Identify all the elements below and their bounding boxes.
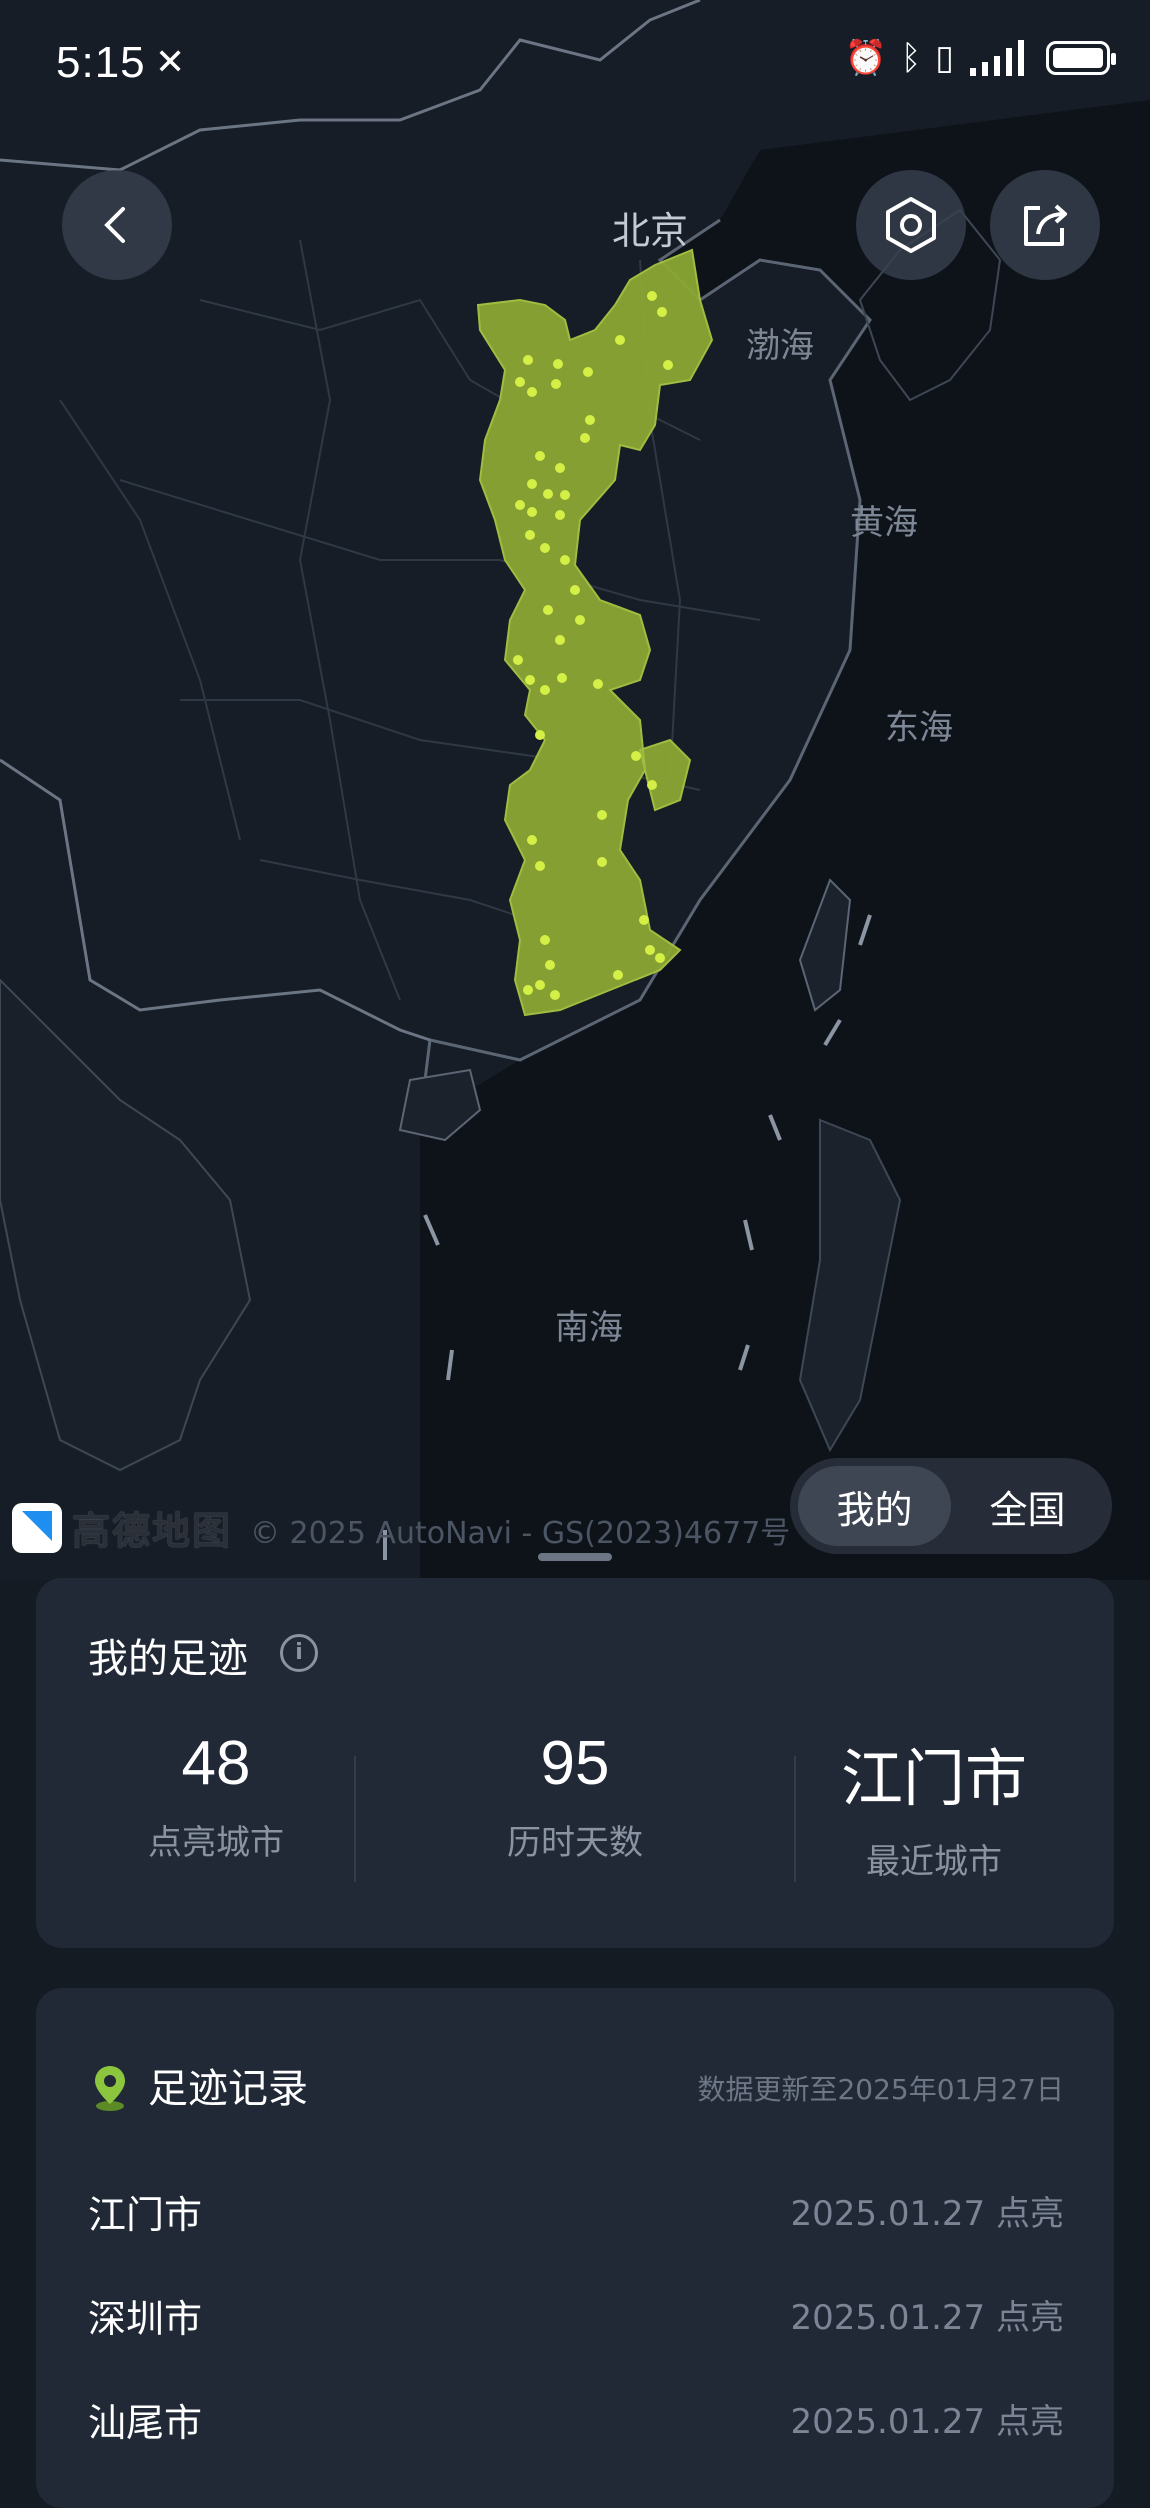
info-icon[interactable]: i	[280, 1634, 318, 1672]
update-timestamp: 数据更新至2025年01月27日	[697, 2073, 1064, 2106]
location-pin-icon	[95, 2066, 125, 2111]
bluetooth-icon: ᛒ	[900, 38, 922, 78]
map-view[interactable]: 北京 渤海 黄海 东海 南海	[0, 0, 1150, 1580]
border-line-2	[0, 758, 431, 1042]
stat-value: 48	[181, 1729, 251, 1798]
map-label-beijing: 北京	[612, 209, 689, 253]
map-settings-button[interactable]	[856, 170, 966, 280]
back-button[interactable]	[62, 170, 172, 280]
stat-recent-city: 江门市 最近城市	[774, 1728, 1094, 1883]
footprint-records-card: 足迹记录 数据更新至2025年01月27日 江门市 2025.01.27 点亮 …	[36, 1988, 1114, 2508]
indochina-outline	[0, 978, 252, 1472]
record-city: 江门市	[88, 2193, 203, 2237]
stat-value: 江门市	[840, 1745, 1027, 1814]
record-date: 2025.01.27 点亮	[790, 2298, 1064, 2338]
record-city: 汕尾市	[88, 2401, 203, 2445]
visited-region	[476, 248, 714, 1017]
map-label-south-sea: 南海	[555, 1308, 623, 1348]
muted-icon: ✕	[155, 42, 186, 83]
toggle-national[interactable]: 全国	[951, 1466, 1104, 1546]
share-button[interactable]	[990, 170, 1100, 280]
divider	[354, 1756, 356, 1882]
stat-days: 95 历时天数	[415, 1728, 735, 1864]
status-bar: 5:15 ✕ ⏰ ᛒ ▯	[0, 0, 1150, 130]
alarm-icon: ⏰	[844, 38, 887, 78]
amap-logo: 高德地图	[12, 1500, 232, 1555]
records-title: 足迹记录	[148, 2066, 308, 2112]
footprint-title: 我的足迹	[88, 1636, 248, 1682]
map-label-bohai: 渤海	[746, 326, 814, 366]
toggle-mine[interactable]: 我的	[798, 1466, 951, 1546]
status-icons: ⏰ ᛒ ▯	[844, 38, 1116, 78]
sheet-drag-handle[interactable]	[538, 1553, 612, 1561]
record-date: 2025.01.27 点亮	[790, 2194, 1064, 2234]
status-time: 5:15	[56, 38, 146, 87]
map-copyright: © 2025 AutoNavi - GS(2023)4677号	[250, 1516, 791, 1551]
stat-value: 95	[540, 1729, 610, 1798]
stat-lit-cities: 48 点亮城市	[56, 1728, 376, 1864]
stat-label: 历时天数	[507, 1823, 643, 1863]
battery-icon	[1046, 41, 1116, 75]
map-label-east-sea: 东海	[885, 708, 953, 748]
amap-logo-text: 高德地图	[72, 1509, 233, 1553]
stat-label: 点亮城市	[148, 1823, 284, 1863]
list-item[interactable]: 江门市 2025.01.27 点亮	[36, 2166, 1114, 2246]
list-item[interactable]: 汕尾市 2025.01.27 点亮	[36, 2374, 1114, 2454]
chevron-left-icon	[104, 207, 125, 243]
share-icon	[1024, 204, 1067, 246]
stat-label: 最近城市	[866, 1842, 1002, 1882]
amap-logo-icon	[12, 1502, 62, 1553]
record-city: 深圳市	[88, 2297, 203, 2341]
signal-icon	[970, 40, 1024, 76]
scope-toggle[interactable]: 我的 全国	[790, 1458, 1112, 1554]
list-item[interactable]: 深圳市 2025.01.27 点亮	[36, 2270, 1114, 2350]
map-label-yellow-sea: 黄海	[850, 503, 918, 543]
vibrate-icon: ▯	[935, 38, 954, 78]
record-date: 2025.01.27 点亮	[790, 2402, 1064, 2442]
hexagon-gear-icon	[886, 197, 936, 253]
footprint-summary-card: 我的足迹 i 48 点亮城市 95 历时天数 江门市 最近城市	[36, 1578, 1114, 1948]
